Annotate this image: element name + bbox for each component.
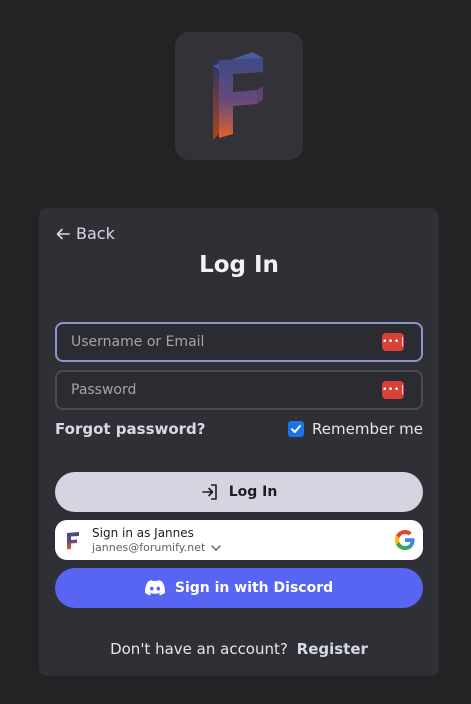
google-account-email-row: jannes@forumify.net — [92, 541, 221, 554]
forumify-logo-icon — [213, 52, 263, 140]
google-logo-icon — [395, 530, 415, 550]
forgot-password-link[interactable]: Forgot password? — [55, 420, 206, 438]
password-manager-icon[interactable]: •••| — [382, 381, 405, 399]
discord-sign-in-button[interactable]: Sign in with Discord — [55, 568, 423, 608]
remember-me-toggle[interactable]: Remember me — [288, 420, 423, 438]
google-sign-in-button[interactable]: Sign in as Jannes jannes@forumify.net — [55, 520, 423, 560]
chevron-down-icon — [211, 544, 221, 551]
forumify-avatar-icon — [67, 532, 79, 550]
login-button-label: Log In — [228, 484, 278, 500]
password-input[interactable] — [57, 372, 391, 408]
password-manager-icon[interactable]: •••| — [382, 333, 405, 351]
remember-me-checkbox[interactable] — [288, 421, 305, 437]
google-account-email: jannes@forumify.net — [92, 541, 206, 554]
discord-button-label: Sign in with Discord — [174, 580, 334, 596]
login-button[interactable]: Log In — [55, 472, 423, 512]
register-prompt-text: Don't have an account? — [110, 640, 288, 658]
login-icon — [201, 484, 217, 500]
checkmark-icon — [291, 425, 302, 433]
register-link[interactable]: Register — [297, 640, 368, 658]
app-logo-tile — [175, 32, 303, 160]
password-field-wrapper: •••| — [55, 370, 423, 410]
login-card: Back Log In •••| •••| Forgot password? R… — [39, 208, 439, 676]
remember-me-label: Remember me — [312, 420, 423, 438]
back-label: Back — [76, 224, 115, 243]
username-field-wrapper: •••| — [55, 322, 423, 362]
username-input[interactable] — [57, 324, 391, 360]
discord-icon — [144, 580, 165, 596]
arrow-left-icon — [56, 228, 70, 239]
register-prompt: Don't have an account? Register — [39, 640, 439, 658]
page-title: Log In — [199, 252, 279, 278]
google-account-title: Sign in as Jannes — [92, 526, 194, 540]
back-link[interactable]: Back — [56, 224, 115, 243]
